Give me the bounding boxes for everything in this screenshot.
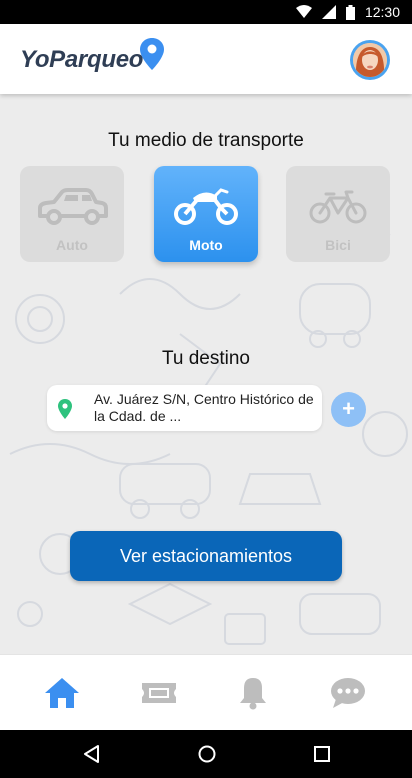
mode-auto-label: Auto xyxy=(56,237,88,253)
status-icons: 12:30 xyxy=(295,0,400,24)
tab-tickets[interactable] xyxy=(139,673,179,713)
bell-icon xyxy=(240,678,266,710)
add-destination-button[interactable]: + xyxy=(331,392,366,427)
system-nav-bar xyxy=(0,730,412,778)
tab-notifications[interactable] xyxy=(233,673,273,713)
app-bar: YoParqueo xyxy=(0,24,412,94)
bottom-tab-bar xyxy=(0,654,412,730)
back-icon[interactable] xyxy=(82,744,100,764)
map-pin-icon xyxy=(140,38,164,70)
avatar-photo xyxy=(353,43,387,77)
mode-moto-button[interactable]: Moto xyxy=(154,166,258,262)
motorcycle-icon xyxy=(174,188,238,225)
app-logo: YoParqueo xyxy=(20,46,144,73)
home-icon xyxy=(45,678,79,708)
location-pin-icon xyxy=(58,399,72,419)
main-content: Tu medio de transporte Auto Moto Bici Tu… xyxy=(0,94,412,654)
recents-icon[interactable] xyxy=(313,744,331,764)
signal-icon xyxy=(321,5,336,19)
mode-auto-button[interactable]: Auto xyxy=(20,166,124,262)
user-avatar[interactable] xyxy=(350,40,390,80)
car-icon xyxy=(38,188,108,225)
home-circle-icon[interactable] xyxy=(197,744,217,764)
status-time: 12:30 xyxy=(364,4,400,20)
status-bar: 12:30 xyxy=(0,0,412,24)
bicycle-icon xyxy=(309,190,367,224)
transport-title: Tu medio de transporte xyxy=(108,130,304,151)
mode-moto-label: Moto xyxy=(189,237,223,253)
tab-messages[interactable] xyxy=(328,673,368,713)
mode-bici-label: Bici xyxy=(325,237,351,253)
tab-home[interactable] xyxy=(42,673,82,713)
view-parking-button[interactable]: Ver estacionamientos xyxy=(70,531,342,581)
mode-bici-button[interactable]: Bici xyxy=(286,166,390,262)
destination-field[interactable]: Av. Juárez S/N, Centro Histórico de la C… xyxy=(47,385,322,431)
chat-icon xyxy=(331,678,365,708)
battery-icon xyxy=(345,4,355,20)
destination-title: Tu destino xyxy=(161,348,250,369)
wifi-icon xyxy=(295,5,312,18)
destination-address: Av. Juárez S/N, Centro Histórico de la C… xyxy=(94,391,314,424)
ticket-icon xyxy=(142,683,176,703)
